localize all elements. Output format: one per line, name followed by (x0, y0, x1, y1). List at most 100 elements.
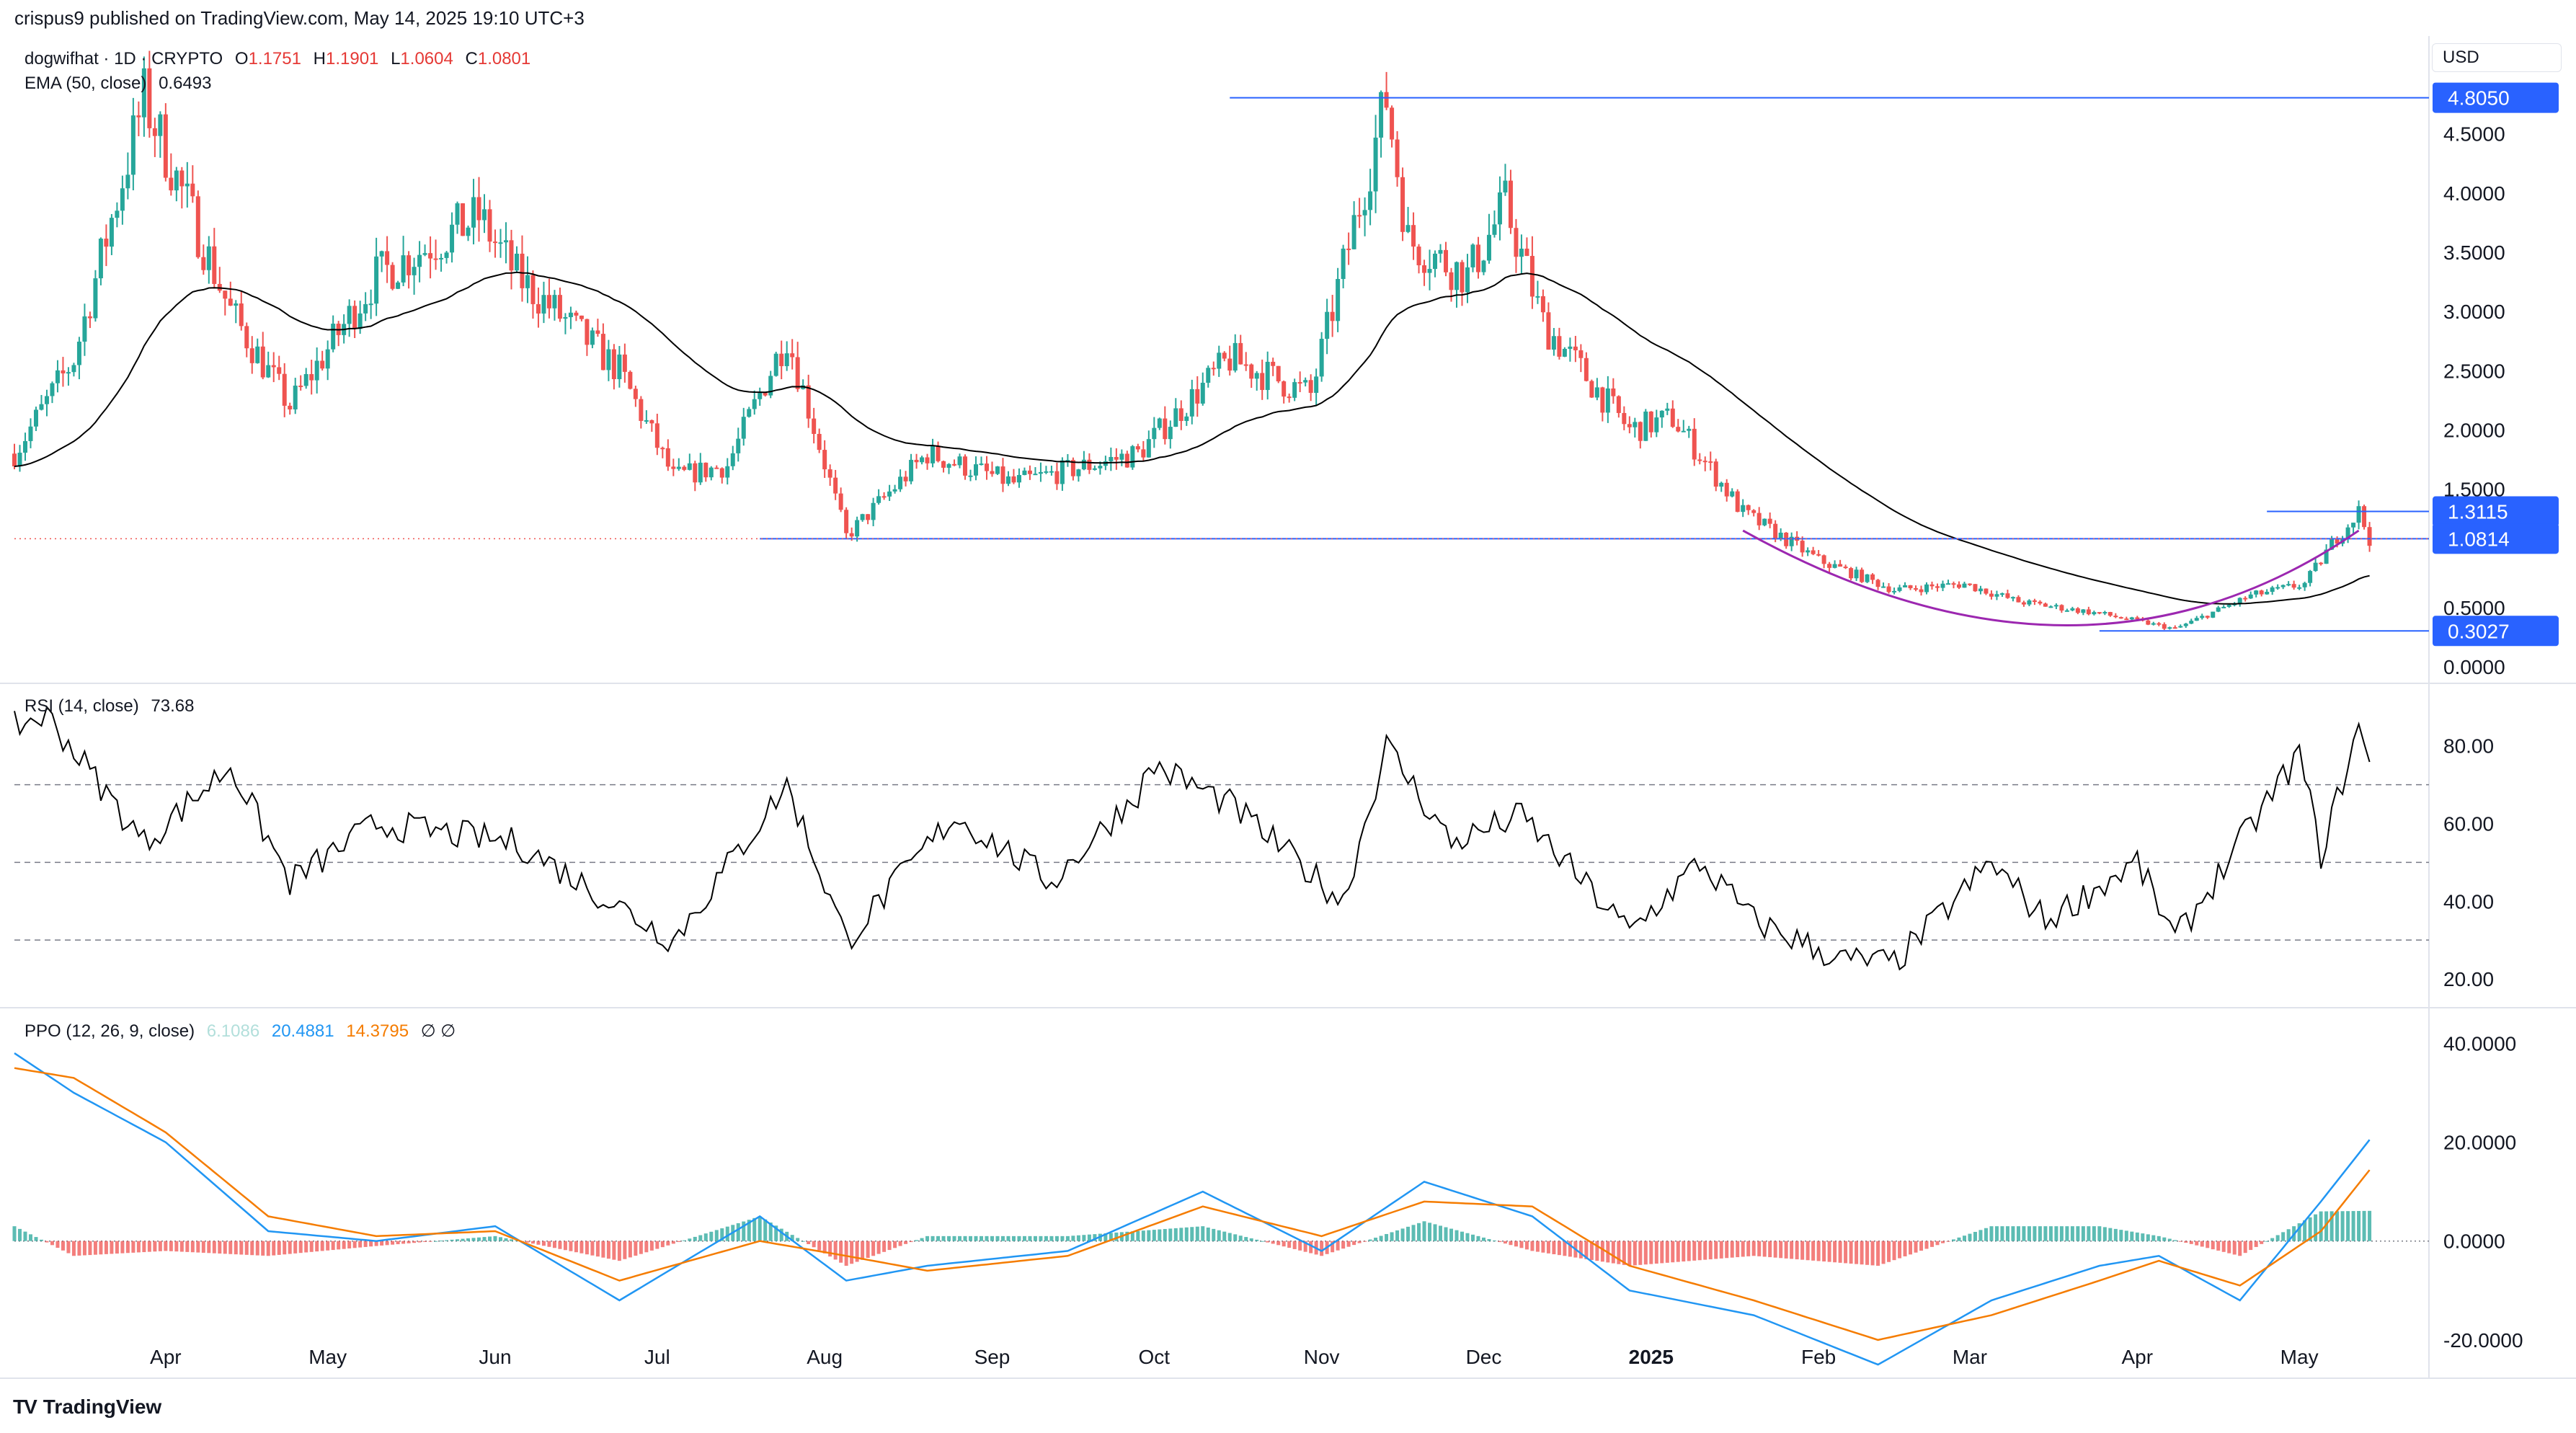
tradingview-logo-icon: TV (13, 1396, 37, 1418)
candle-body (1967, 583, 1972, 585)
candle-body (557, 295, 562, 319)
candle-body (1200, 382, 1205, 404)
candle-body (1935, 586, 1940, 588)
ppo-label[interactable]: PPO (12, 26, 9, close) (25, 1021, 195, 1041)
candle-body (514, 253, 519, 271)
candle-body (2027, 600, 2032, 605)
candle-body (17, 453, 22, 467)
ppo-hist-bar (1978, 1230, 1983, 1241)
candle-body (450, 224, 455, 253)
ppo-hist-bar (1346, 1241, 1351, 1247)
ppo-hist-bar (1930, 1241, 1935, 1247)
candle-body (249, 348, 254, 363)
candle-body (33, 409, 38, 427)
ppo-hist-bar (1028, 1235, 1032, 1241)
symbol-name[interactable]: dogwifhat · 1D · CRYPTO (25, 49, 223, 68)
candle-body (1622, 412, 1627, 425)
candle-body (1195, 389, 1200, 404)
candle-body (2356, 506, 2361, 523)
ppo-hist-bar (1363, 1241, 1367, 1242)
candle-body (1486, 234, 1491, 261)
candle-body (1460, 262, 1465, 293)
candle-body (1184, 416, 1189, 421)
ppo-hist-bar (493, 1235, 497, 1241)
candle-body (1875, 580, 1880, 587)
ppo-hist-bar (1962, 1235, 1966, 1241)
ppo-hist-bar (1649, 1241, 1653, 1264)
ppo-hist-bar (1163, 1228, 1167, 1241)
ppo-signal-line (14, 1067, 2371, 1341)
ppo-hist-bar (1400, 1228, 1405, 1241)
candle-body (914, 459, 919, 463)
ppo-hist-bar (995, 1235, 1000, 1241)
ppo-hist-bar (1816, 1241, 1821, 1261)
ppo-hist-bar (1385, 1233, 1389, 1241)
candle-body (1341, 248, 1346, 280)
ema-label[interactable]: EMA (50, close) (25, 74, 146, 93)
candle-body (428, 253, 433, 259)
ppo-hist-bar (861, 1241, 865, 1260)
ppo-hist-bar (1849, 1241, 1853, 1264)
ppo-hist-bar (2027, 1226, 2031, 1241)
ppo-hist-bar (1822, 1241, 1826, 1262)
ppo-hist-bar (1136, 1230, 1140, 1241)
candle-body (1411, 225, 1416, 247)
candle-body (444, 252, 449, 258)
candle-body (2319, 562, 2324, 564)
candle-body (2097, 612, 2102, 614)
candle-body (1238, 342, 1243, 365)
ppo-hist-bar (461, 1238, 465, 1241)
candle-body (763, 393, 768, 396)
ppo-hist-bar (612, 1241, 616, 1260)
candle-body (876, 496, 881, 503)
candle-body (1702, 461, 1707, 463)
candle-body (1060, 460, 1065, 484)
candle-body (1005, 476, 1011, 484)
ppo-tick-label: 20.0000 (2443, 1132, 2516, 1154)
ppo-hist-bar (55, 1241, 60, 1248)
candle-body (303, 374, 308, 386)
candle-body (1038, 471, 1043, 474)
candle-body (1670, 408, 1675, 427)
candle-body (611, 349, 616, 380)
ppo-hist-bar (1341, 1241, 1346, 1249)
ppo-hist-bar (1719, 1241, 1723, 1259)
candle-body (736, 438, 741, 453)
price-tick-label: 4.5000 (2443, 123, 2505, 146)
ppo-hist-bar (255, 1241, 259, 1256)
ppo-hist-bar (218, 1241, 222, 1254)
ppo-hist-bar (488, 1236, 492, 1241)
candle-body (2248, 594, 2253, 599)
candle-body (520, 253, 525, 288)
ppo-hist-bar (817, 1241, 822, 1251)
ppo-hist-bar (963, 1235, 967, 1241)
candle-body (39, 404, 44, 410)
candle-body (1011, 476, 1016, 483)
candle-body (1152, 427, 1157, 440)
candle-body (2216, 607, 2221, 612)
candle-body (401, 255, 406, 283)
ppo-hist-bar (2146, 1234, 2150, 1241)
candle-body (2211, 611, 2216, 618)
ppo-hist-bar (358, 1241, 363, 1248)
candle-body (1271, 361, 1276, 366)
ppo-hist-bar (2335, 1211, 2340, 1241)
ppo-hist-bar (509, 1239, 513, 1241)
currency-selector[interactable]: USD (2432, 43, 2562, 72)
ppo-hist-bar (947, 1235, 951, 1241)
chart-canvas[interactable]: 0.00000.50001.50002.00002.50003.00003.50… (0, 0, 2576, 1433)
ppo-hist-bar (125, 1241, 130, 1254)
candle-body (2102, 612, 2108, 614)
rsi-label[interactable]: RSI (14, close) (25, 696, 139, 716)
candle-body (703, 462, 709, 478)
ppo-hist-bar (158, 1241, 162, 1251)
ppo-hist-bar (990, 1235, 994, 1241)
ppo-hist-bar (2189, 1241, 2193, 1244)
ppo-hist-bar (2087, 1226, 2091, 1241)
candle-body (2113, 616, 2118, 618)
candle-body (2108, 612, 2113, 616)
ppo-hist-bar (915, 1240, 919, 1241)
candle-body (206, 246, 211, 270)
ppo-hist-bar (1017, 1235, 1021, 1241)
candle-body (1422, 265, 1427, 273)
